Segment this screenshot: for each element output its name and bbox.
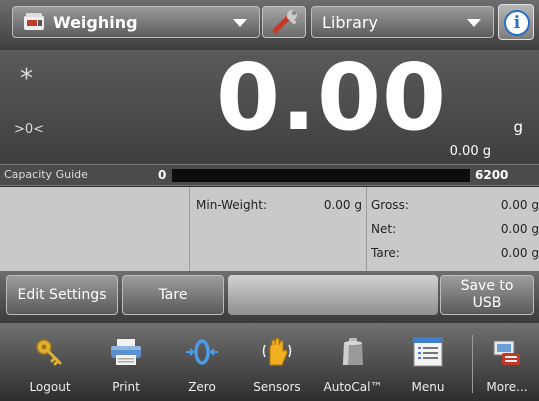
tare-value: 0.00 g bbox=[500, 246, 539, 260]
nav-more-label: More... bbox=[486, 380, 528, 394]
action-bar-spacer bbox=[228, 275, 438, 315]
tare-button[interactable]: Tare bbox=[122, 275, 224, 315]
nav-menu[interactable]: Menu bbox=[398, 323, 458, 401]
info-panel: Min-Weight: 0.00 g Gross: 0.00 g Net: 0.… bbox=[0, 187, 539, 271]
nav-more[interactable]: More... bbox=[478, 323, 536, 401]
stability-indicator: * bbox=[20, 64, 33, 94]
capacity-guide-max: 6200 bbox=[475, 168, 509, 182]
tare-label: Tare: bbox=[371, 246, 400, 260]
key-icon bbox=[36, 339, 62, 366]
weight-unit[interactable]: g bbox=[513, 118, 523, 136]
hand-sensor-icon bbox=[262, 337, 292, 366]
nav-separator bbox=[472, 335, 473, 393]
secondary-weight-value: 0.00 g bbox=[449, 144, 491, 159]
calibration-weight-icon bbox=[343, 338, 363, 365]
chevron-down-icon bbox=[233, 19, 247, 27]
info-panel-minweight: Min-Weight: 0.00 g bbox=[190, 187, 367, 271]
nav-sensors-label: Sensors bbox=[253, 380, 301, 394]
min-weight-value: 0.00 g bbox=[323, 198, 362, 212]
weight-display: * >0< 0.00 g 0.00 g bbox=[0, 44, 539, 164]
top-bar: Weighing Library i bbox=[0, 0, 539, 50]
gross-value: 0.00 g bbox=[500, 198, 539, 212]
zero-icon bbox=[186, 339, 218, 365]
info-button[interactable]: i bbox=[498, 4, 534, 40]
nav-print[interactable]: Print bbox=[96, 323, 156, 401]
nav-print-label: Print bbox=[112, 380, 140, 394]
wrench-icon bbox=[272, 10, 297, 34]
action-bar: Edit Settings Tare Save to USB bbox=[0, 271, 539, 323]
nav-autocal[interactable]: AutoCal™ bbox=[320, 323, 386, 401]
more-apps-icon bbox=[493, 340, 520, 365]
gross-label: Gross: bbox=[371, 198, 409, 212]
chevron-down-icon bbox=[467, 19, 481, 27]
info-icon: i bbox=[504, 10, 530, 36]
nav-logout-label: Logout bbox=[29, 380, 71, 394]
primary-weight-value: 0.00 bbox=[216, 44, 447, 151]
nav-autocal-label: AutoCal™ bbox=[323, 380, 383, 394]
min-weight-label: Min-Weight: bbox=[196, 198, 267, 212]
application-dropdown[interactable]: Weighing bbox=[12, 6, 260, 38]
tools-button[interactable] bbox=[262, 6, 306, 38]
nav-logout[interactable]: Logout bbox=[20, 323, 80, 401]
info-panel-blank bbox=[0, 187, 190, 271]
library-dropdown[interactable]: Library bbox=[311, 6, 494, 38]
capacity-guide-label: Capacity Guide bbox=[4, 168, 88, 181]
printer-icon bbox=[111, 339, 141, 365]
library-label: Library bbox=[322, 12, 378, 32]
menu-list-icon bbox=[413, 337, 443, 367]
net-label: Net: bbox=[371, 222, 397, 236]
scale-icon bbox=[23, 12, 45, 32]
application-label: Weighing bbox=[53, 12, 138, 32]
net-value: 0.00 g bbox=[500, 222, 539, 236]
capacity-bar bbox=[172, 169, 470, 182]
save-to-usb-button[interactable]: Save to USB bbox=[440, 275, 534, 315]
nav-zero-label: Zero bbox=[188, 380, 216, 394]
edit-settings-button[interactable]: Edit Settings bbox=[6, 275, 118, 315]
info-panel-weights: Gross: 0.00 g Net: 0.00 g Tare: 0.00 g bbox=[367, 187, 539, 271]
bottom-nav: Logout Print Zero Sensors AutoCal™ Menu … bbox=[0, 323, 539, 401]
capacity-guide: Capacity Guide 0 6200 bbox=[0, 164, 539, 186]
capacity-guide-min: 0 bbox=[158, 168, 167, 182]
nav-sensors[interactable]: Sensors bbox=[244, 323, 310, 401]
center-of-zero-indicator: >0< bbox=[14, 122, 45, 137]
nav-zero[interactable]: Zero bbox=[172, 323, 232, 401]
nav-menu-label: Menu bbox=[411, 380, 445, 394]
